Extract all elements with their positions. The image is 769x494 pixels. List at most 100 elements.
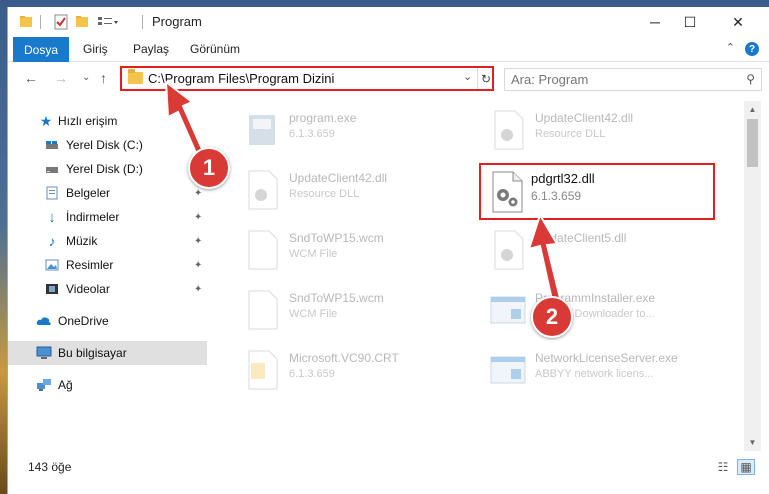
step-1-badge: 1 xyxy=(188,147,230,189)
back-button[interactable]: ← xyxy=(24,70,38,86)
file-name: program.exe xyxy=(289,111,357,125)
address-dropdown-icon[interactable]: ⌄ xyxy=(463,70,472,83)
properties-icon[interactable] xyxy=(52,13,70,31)
step-2-badge: 2 xyxy=(531,296,573,338)
search-input[interactable] xyxy=(511,72,711,87)
sidebar-item-pictures[interactable]: Resimler ✦ xyxy=(8,253,207,277)
file-description: 6.1.3.659 xyxy=(289,368,335,380)
new-folder-icon[interactable] xyxy=(74,13,90,31)
scroll-thumb[interactable] xyxy=(747,119,758,167)
file-name: NetworkLicenseServer.exe xyxy=(535,351,678,365)
file-name: UpdateClient42.dll xyxy=(289,171,388,185)
file-list: program.exe 6.1.3.659 UpdateClient42.dll… xyxy=(213,101,744,451)
file-item[interactable]: SndToWP15.wcm WCM File xyxy=(243,225,493,275)
sidebar-item-label: Hızlı erişim xyxy=(58,114,118,128)
highlighted-file-item[interactable]: pdgrtl32.dll 6.1.3.659 xyxy=(479,163,715,220)
drive-icon xyxy=(44,137,60,153)
sidebar-item-disk-c[interactable]: Yerel Disk (C:) xyxy=(8,133,207,157)
pin-icon: ✦ xyxy=(194,283,203,295)
folder-file-icon xyxy=(248,350,278,390)
sidebar-item-label: Müzik xyxy=(66,234,98,248)
file-item[interactable]: UpdateClient5.dll xyxy=(489,225,739,275)
file-icon xyxy=(248,290,278,330)
sidebar-item-label: Bu bilgisayar xyxy=(58,346,127,360)
sidebar-item-label: Resimler xyxy=(66,258,114,272)
dll-icon xyxy=(494,110,524,150)
file-name: UpdateClient42.dll xyxy=(535,111,634,125)
up-button[interactable]: ↑ xyxy=(100,70,107,86)
search-box[interactable]: ⚲ xyxy=(504,68,762,91)
file-name: Microsoft.VC90.CRT xyxy=(289,351,399,365)
sidebar-item-label: İndirmeler xyxy=(66,210,120,224)
installer-icon xyxy=(490,356,526,384)
pin-icon: ✦ xyxy=(194,259,203,271)
file-description: 6.1.3.659 xyxy=(531,189,582,203)
sidebar-item-label: Yerel Disk (D:) xyxy=(66,162,143,176)
sidebar-item-documents[interactable]: Belgeler ✦ xyxy=(8,181,207,205)
window-title: Program xyxy=(152,14,202,29)
search-icon[interactable]: ⚲ xyxy=(746,72,755,86)
address-path[interactable]: C:\Program Files\Program Dizini xyxy=(148,71,334,86)
scroll-up-icon[interactable]: ▲ xyxy=(744,101,761,118)
file-item[interactable]: ProgrammInstaller.exe ABBYY Downloader t… xyxy=(489,285,739,335)
status-bar: 143 öğe ☷ ▦ xyxy=(8,451,769,487)
pin-icon: ✦ xyxy=(194,211,203,223)
explorer-window: Program ─ ☐ ✕ Dosya Giriş Paylaş Görünüm… xyxy=(7,7,769,494)
title-bar: Program ─ ☐ ✕ xyxy=(8,7,769,37)
tiles-view-icon[interactable]: ▦ xyxy=(737,459,755,475)
vertical-scrollbar[interactable]: ▲ ▼ xyxy=(744,101,761,451)
star-icon: ★ xyxy=(39,112,53,129)
sidebar-item-downloads[interactable]: ↓ İndirmeler ✦ xyxy=(8,205,207,229)
navigation-pane: ★ Hızlı erişim Yerel Disk (C:) Yerel Dis… xyxy=(8,101,207,451)
recent-locations-button[interactable]: ⌄ xyxy=(82,72,90,83)
address-bar[interactable]: C:\Program Files\Program Dizini ⌄ ↻ xyxy=(120,66,494,91)
folder-icon xyxy=(128,69,143,84)
file-item[interactable]: program.exe 6.1.3.659 xyxy=(243,105,493,155)
toolbar-separator xyxy=(40,15,41,29)
sidebar-item-music[interactable]: ♪ Müzik ✦ xyxy=(8,229,207,253)
item-count: 143 öğe xyxy=(28,460,72,474)
sidebar-item-network[interactable]: Ağ xyxy=(8,373,207,397)
videos-icon xyxy=(44,281,60,297)
ribbon-collapse-icon[interactable]: ⌃ xyxy=(726,41,735,54)
sidebar-item-videos[interactable]: Videolar ✦ xyxy=(8,277,207,301)
sidebar-item-quick-access[interactable]: ★ Hızlı erişim xyxy=(8,109,207,133)
pin-icon: ✦ xyxy=(194,187,203,199)
file-name: pdgrtl32.dll xyxy=(531,171,595,186)
download-icon: ↓ xyxy=(48,208,56,226)
sidebar-item-onedrive[interactable]: OneDrive xyxy=(8,309,207,333)
dll-icon xyxy=(494,230,524,270)
tab-file[interactable]: Dosya xyxy=(13,37,69,62)
file-item[interactable]: NetworkLicenseServer.exe ABBYY network l… xyxy=(489,345,739,395)
file-item[interactable]: Microsoft.VC90.CRT 6.1.3.659 xyxy=(243,345,493,395)
sidebar-item-label: Ağ xyxy=(58,378,73,392)
cloud-icon xyxy=(36,313,52,329)
details-view-icon[interactable]: ☷ xyxy=(714,459,732,475)
scroll-down-icon[interactable]: ▼ xyxy=(744,434,761,451)
folder-icon xyxy=(18,13,34,31)
drive-icon xyxy=(44,161,60,177)
sidebar-item-disk-d[interactable]: Yerel Disk (D:) xyxy=(8,157,207,181)
customize-toolbar-icon[interactable] xyxy=(96,13,120,31)
file-description: 6.1.3.659 xyxy=(289,128,335,140)
file-icon xyxy=(248,230,278,270)
documents-icon xyxy=(44,185,60,201)
maximize-button[interactable]: ☐ xyxy=(667,7,713,37)
sidebar-item-label: Yerel Disk (C:) xyxy=(66,138,143,152)
dll-icon xyxy=(248,170,278,210)
tab-view[interactable]: Görünüm xyxy=(190,42,240,56)
file-description: Resource DLL xyxy=(535,128,606,140)
help-icon[interactable]: ? xyxy=(745,42,759,56)
sidebar-item-this-pc[interactable]: Bu bilgisayar xyxy=(8,341,207,365)
pictures-icon xyxy=(44,257,60,273)
tab-share[interactable]: Paylaş xyxy=(133,42,169,56)
refresh-button[interactable]: ↻ xyxy=(477,68,494,89)
file-item[interactable]: SndToWP15.wcm WCM File xyxy=(243,285,493,335)
navigation-bar: ← → ⌄ ↑ C:\Program Files\Program Dizini … xyxy=(8,63,769,95)
close-button[interactable]: ✕ xyxy=(715,7,761,37)
tab-home[interactable]: Giriş xyxy=(83,42,108,56)
forward-button[interactable]: → xyxy=(54,70,68,86)
file-name: SndToWP15.wcm xyxy=(289,231,384,245)
file-item[interactable]: UpdateClient42.dll Resource DLL xyxy=(489,105,739,155)
file-item[interactable]: UpdateClient42.dll Resource DLL xyxy=(243,165,493,215)
